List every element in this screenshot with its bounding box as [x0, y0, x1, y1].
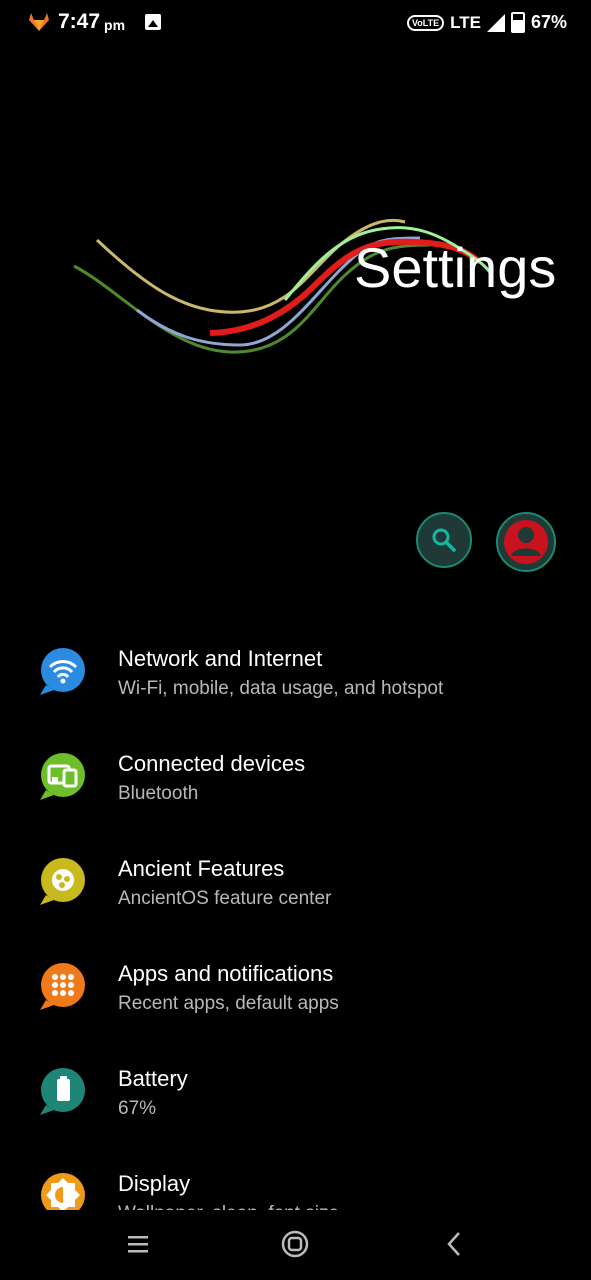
back-button[interactable] [438, 1228, 470, 1260]
ancient-icon [40, 858, 85, 905]
back-icon [447, 1232, 460, 1256]
setting-subtitle: Bluetooth [118, 783, 199, 804]
setting-title: Ancient Features [118, 856, 285, 881]
wifi-icon [40, 648, 85, 695]
search-icon [432, 528, 456, 552]
setting-title: Battery [118, 1066, 188, 1091]
setting-subtitle: Wi-Fi, mobile, data usage, and hotspot [118, 678, 444, 699]
account-button[interactable] [496, 512, 556, 572]
settings-item-battery[interactable]: Battery 67% [0, 1040, 591, 1145]
settings-list: Network and Internet Wi-Fi, mobile, data… [0, 620, 591, 1250]
settings-item-connected-devices[interactable]: Connected devices Bluetooth [0, 725, 591, 830]
setting-subtitle: AncientOS feature center [118, 888, 332, 909]
devices-icon [40, 753, 85, 800]
status-bar: 7:47 pm VoLTE LTE 67% [0, 0, 591, 48]
network-type: LTE [450, 12, 481, 32]
status-ampm: pm [104, 17, 126, 33]
settings-item-apps-notifications[interactable]: Apps and notifications Recent apps, defa… [0, 935, 591, 1040]
menu-button[interactable] [122, 1228, 154, 1260]
menu-icon [128, 1236, 148, 1253]
page-title: Settings [354, 236, 557, 299]
setting-subtitle: Recent apps, default apps [118, 993, 339, 1014]
settings-item-ancient-features[interactable]: Ancient Features AncientOS feature cente… [0, 830, 591, 935]
battery-icon [40, 1068, 85, 1115]
setting-title: Display [118, 1171, 191, 1196]
status-right: VoLTE LTE 67% [406, 12, 567, 33]
setting-title: Apps and notifications [118, 961, 334, 986]
status-left: 7:47 pm [28, 10, 162, 34]
setting-title: Network and Internet [118, 646, 323, 671]
status-time: 7:47 [58, 10, 101, 33]
battery-percent: 67% [530, 12, 567, 32]
home-button[interactable] [279, 1228, 311, 1260]
battery-status-icon [510, 12, 525, 33]
settings-item-network[interactable]: Network and Internet Wi-Fi, mobile, data… [0, 620, 591, 725]
signal-icon [486, 13, 505, 32]
home-icon [281, 1230, 309, 1258]
image-notification-icon [145, 14, 162, 30]
setting-subtitle: 67% [118, 1098, 157, 1119]
search-button[interactable] [416, 512, 472, 568]
account-icon [504, 520, 548, 564]
apps-grid-icon [40, 963, 85, 1010]
navigation-bar [0, 1210, 591, 1280]
gitlab-icon [29, 13, 49, 31]
setting-title: Connected devices [118, 751, 306, 776]
volte-badge: VoLTE [406, 14, 445, 31]
